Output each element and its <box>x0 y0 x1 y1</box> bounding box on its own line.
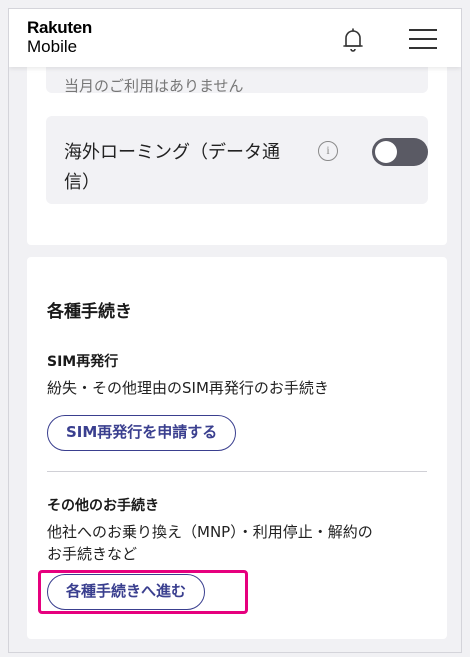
menu-line <box>409 38 437 40</box>
sim-reissue-button[interactable]: SIM再発行を申請する <box>47 415 237 451</box>
hamburger-menu-icon[interactable] <box>409 29 437 51</box>
proceed-procedures-button[interactable]: 各種手続きへ進む <box>47 574 206 610</box>
other-procedures-title: その他のお手続き <box>47 498 159 514</box>
sim-reissue-title: SIM再発行 <box>47 354 119 370</box>
logo-text-top: Rakuten <box>27 18 92 37</box>
toggle-knob <box>375 141 397 163</box>
roaming-label: 海外ローミング（データ通信） <box>64 142 280 193</box>
menu-line <box>409 29 437 31</box>
app-header: Rakuten Mobile <box>9 9 461 67</box>
app-frame: Rakuten Mobile 当月のご利用はありません 海外ローミング（データ通… <box>8 8 462 653</box>
divider <box>47 471 427 472</box>
sim-reissue-description: 紛失・その他理由のSIM再発行のお手続き <box>47 379 329 397</box>
procedures-title: 各種手続き <box>47 302 132 322</box>
usage-status-text: 当月のご利用はありません <box>64 77 244 95</box>
other-procedures-description-line2: お手続きなど <box>47 545 138 563</box>
procedures-card: 各種手続き SIM再発行 紛失・その他理由のSIM再発行のお手続き SIM再発行… <box>27 257 447 639</box>
logo-text-bottom: Mobile <box>27 37 78 56</box>
roaming-toggle[interactable] <box>372 138 428 166</box>
roaming-row: 海外ローミング（データ通信） i <box>46 116 428 204</box>
info-icon[interactable]: i <box>318 141 338 161</box>
rakuten-mobile-logo[interactable]: Rakuten Mobile <box>27 19 92 55</box>
bell-icon[interactable] <box>341 27 365 53</box>
other-procedures-description-line1: 他社へのお乗り換え（MNP）・利用停止・解約の <box>47 523 373 541</box>
usage-card: 当月のご利用はありません 海外ローミング（データ通信） i <box>27 49 447 245</box>
menu-line <box>409 47 437 49</box>
